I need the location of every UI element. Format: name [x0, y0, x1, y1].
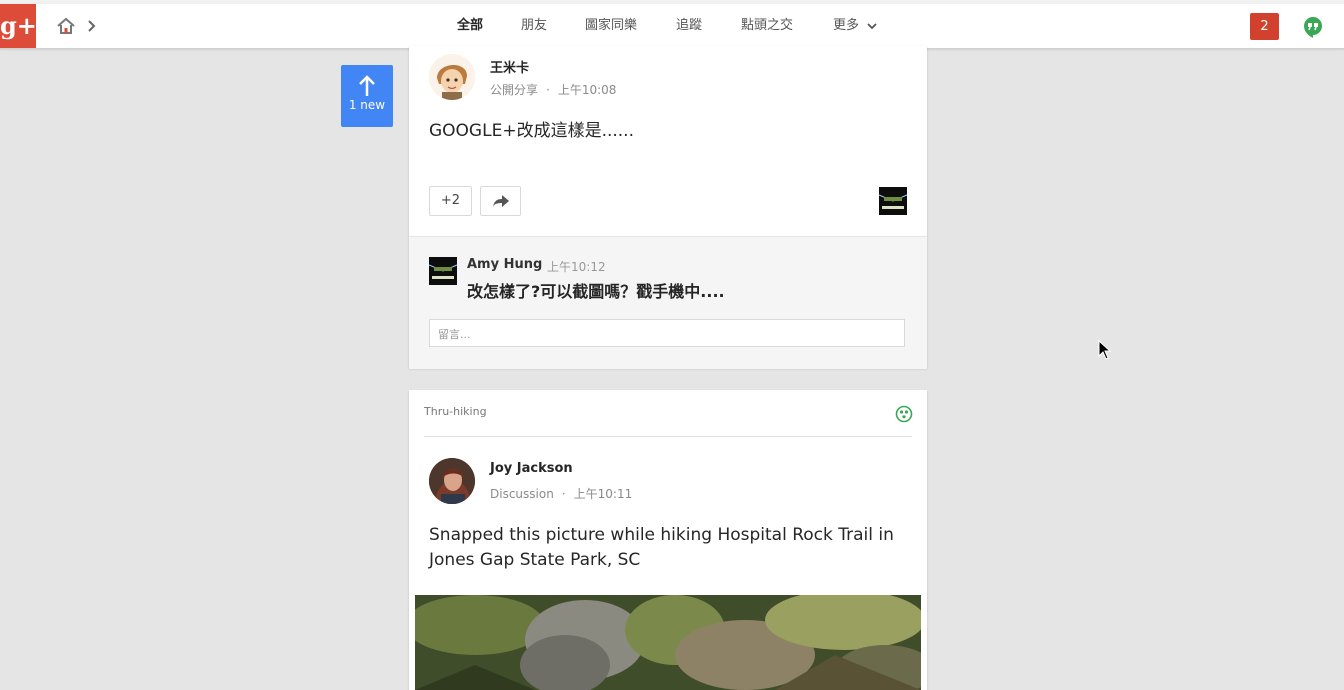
meta-separator: ·: [561, 487, 566, 501]
comment-author[interactable]: Amy Hung: [467, 257, 542, 272]
comment-text: 改怎樣了?可以截圖嗎？戳手機中....: [467, 282, 725, 301]
plus-oner-avatar[interactable]: [879, 187, 907, 215]
tab-following[interactable]: 追蹤: [676, 4, 702, 48]
top-bar: g+ 全部 朋友 圖家同樂 追蹤 點頭之交 更多 2: [0, 4, 1344, 49]
plus-one-button[interactable]: +2: [429, 186, 472, 216]
google-plus-logo[interactable]: g+: [0, 4, 37, 48]
hangouts-icon[interactable]: [1303, 16, 1323, 38]
post-visibility[interactable]: 公開分享: [490, 83, 538, 97]
hiking-trail-photo-icon: [415, 595, 921, 690]
avatar[interactable]: [429, 54, 475, 100]
avatar[interactable]: [429, 458, 475, 504]
tab-more[interactable]: 更多: [833, 4, 877, 48]
chevron-down-icon: [867, 22, 877, 29]
notifications-badge[interactable]: 2: [1250, 13, 1279, 40]
post-card: 王米卡 公開分享 · 上午10:08 GOOGLE+改成這樣是...... +2 A…: [409, 46, 927, 369]
cartoon-avatar-icon: [429, 54, 475, 100]
tab-all[interactable]: 全部: [457, 4, 484, 49]
meta-separator: ·: [546, 83, 550, 97]
post-photo[interactable]: [415, 595, 921, 690]
comment-time[interactable]: 上午10:12: [547, 258, 606, 275]
post-text: Snapped this picture while hiking Hospit…: [429, 525, 894, 570]
dark-avatar-icon: [429, 257, 457, 285]
community-icon[interactable]: [895, 405, 913, 423]
tab-friends[interactable]: 朋友: [521, 4, 547, 48]
arrow-up-icon: [359, 75, 375, 96]
share-button[interactable]: [480, 186, 521, 216]
tab-acquaintances[interactable]: 點頭之交: [741, 4, 793, 48]
post-meta: 公開分享 · 上午10:08: [490, 81, 616, 98]
new-posts-label: 1 new: [348, 98, 386, 112]
new-posts-button[interactable]: 1 new: [341, 65, 393, 127]
mouse-cursor-icon: [1098, 340, 1112, 360]
post-card: Thru-hiking Joy Jackson Discussion · 上午10:…: [409, 390, 927, 690]
post-time[interactable]: 上午10:08: [558, 83, 617, 97]
tab-family[interactable]: 圖家同樂: [585, 4, 637, 48]
post-author[interactable]: 王米卡: [490, 57, 529, 76]
tab-label: 圖家同樂: [585, 18, 638, 33]
tab-label: 全部: [457, 18, 484, 33]
home-icon[interactable]: [56, 17, 76, 35]
divider: [424, 436, 912, 437]
post-category[interactable]: Discussion: [490, 487, 554, 501]
comments-section: Amy Hung 上午10:12 改怎樣了?可以截圖嗎？戳手機中.... 留言.…: [409, 236, 927, 369]
comment-input[interactable]: 留言...: [429, 319, 905, 347]
tab-label: 追蹤: [676, 18, 703, 33]
comment-avatar[interactable]: [429, 257, 457, 285]
post-meta: Discussion · 上午10:11: [490, 485, 632, 502]
dark-avatar-icon: [879, 187, 907, 215]
tab-label: 朋友: [521, 18, 548, 33]
post-time[interactable]: 上午10:11: [574, 487, 633, 501]
person-photo-icon: [429, 458, 475, 504]
chevron-right-icon[interactable]: [86, 19, 96, 33]
community-name[interactable]: Thru-hiking: [424, 405, 487, 418]
post-text: GOOGLE+改成這樣是......: [429, 121, 634, 141]
tab-label: 更多: [833, 18, 860, 33]
post-author[interactable]: Joy Jackson: [490, 461, 573, 476]
share-arrow-icon: [492, 195, 509, 207]
tab-label: 點頭之交: [741, 18, 794, 33]
